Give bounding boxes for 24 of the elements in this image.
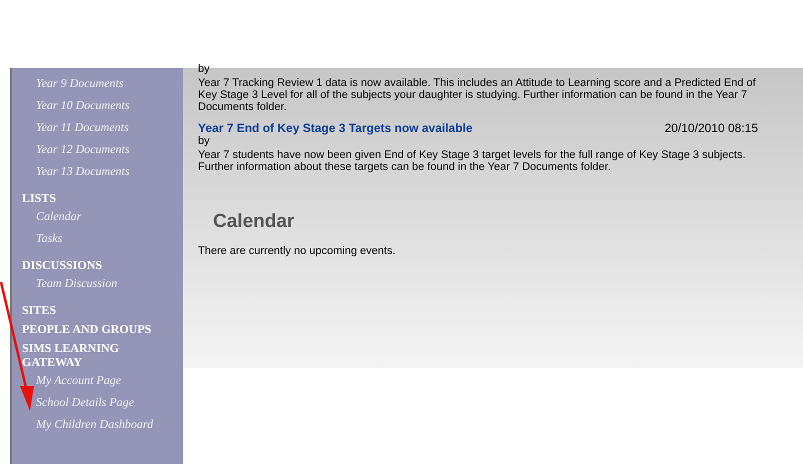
calendar-heading: Calendar [213,211,296,233]
sidebar-item[interactable]: Year 10 Documents [36,98,130,112]
sidebar-item[interactable]: Tasks [36,231,62,245]
author-line: by [198,135,211,147]
announcement-body: Year 7 Tracking Review 1 data is now available. This includes an Attitude to Learning score and a Predicted End of Key Stage 3 Level for all of the subjects your daughter is studying. Further information can be found in the Year 7 Documents folder. [198,77,757,113]
sidebar-heading[interactable]: PEOPLE AND GROUPS [22,322,183,336]
sidebar-heading[interactable]: SIMS LEARNING GATEWAY [22,341,183,369]
sidebar-item[interactable]: Calendar [36,209,82,223]
sidebar-item[interactable]: My Account Page [36,373,122,387]
announcement-body: Year 7 students have now been given End of Key Stage 3 target levels for the full range of Key Stage 3 subjects. Further information about these targets can be found in the Year 7 Documents folder. [198,149,747,173]
announcement-date: 20/10/2010 08:15 [664,121,758,135]
sidebar-item[interactable]: School Details Page [36,395,134,409]
sidebar-item[interactable]: Year 13 Documents [36,164,130,178]
sidebar-item[interactable]: Year 12 Documents [36,142,130,156]
announcement-title[interactable]: Year 7 End of Key Stage 3 Targets now available [198,121,473,135]
calendar-message: There are currently no upcoming events. [198,245,396,257]
author-line: by [198,63,211,75]
sidebar-item[interactable]: Year 11 Documents [36,120,129,134]
sidebar-item[interactable]: Year 9 Documents [36,76,124,90]
sidebar-heading[interactable]: DISCUSSIONS [22,258,183,272]
sidebar-item[interactable]: My Children Dashboard [36,417,154,431]
sidebar-item[interactable]: Team Discussion [36,276,118,290]
sidebar-heading[interactable]: SITES [22,303,183,317]
sidebar-heading[interactable]: LISTS [22,191,183,205]
